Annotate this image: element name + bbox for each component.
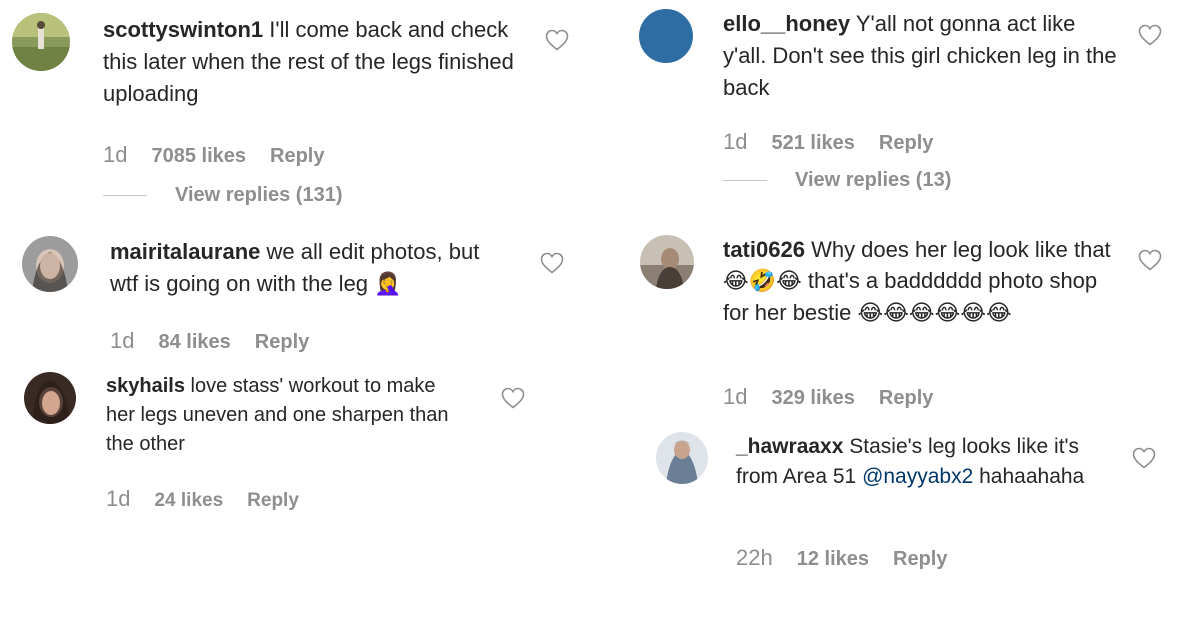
heart-outline-icon[interactable] <box>1138 249 1162 271</box>
laughing-emoji: 😂😂😂😂😂😂 <box>857 301 1012 326</box>
divider <box>103 195 147 197</box>
reply-button[interactable]: Reply <box>247 490 299 511</box>
mention-link[interactable]: @nayyabx2 <box>862 465 973 488</box>
comment-meta: 1d 329 likes Reply <box>723 384 957 410</box>
comment-text: mairitalaurane we all edit photos, but w… <box>110 236 510 301</box>
heart-outline-icon[interactable] <box>540 252 564 274</box>
likes-count[interactable]: 329 likes <box>771 387 854 409</box>
timestamp[interactable]: 1d <box>723 129 747 154</box>
comment-meta: 1d 84 likes Reply <box>110 328 333 354</box>
avatar[interactable] <box>22 236 78 292</box>
avatar[interactable] <box>24 372 76 424</box>
reply-button[interactable]: Reply <box>879 132 933 154</box>
likes-count[interactable]: 24 likes <box>154 490 223 511</box>
heart-outline-icon[interactable] <box>1132 447 1156 469</box>
comment-body-end: hahaahaha <box>973 465 1085 488</box>
comment-text: ello__honey Y'all not gonna act like y'a… <box>723 8 1123 104</box>
comment-body: Why does her leg look like that <box>804 237 1111 262</box>
reply-button[interactable]: Reply <box>270 145 324 167</box>
likes-count[interactable]: 7085 likes <box>151 145 246 167</box>
comment-text: skyhails love stass' workout to make her… <box>106 372 456 459</box>
likes-count[interactable]: 12 likes <box>797 548 869 570</box>
likes-count[interactable]: 84 likes <box>158 331 230 353</box>
view-replies-label: View replies (13) <box>795 169 952 191</box>
comment-text: scottyswinton1 I'll come back and check … <box>103 14 523 110</box>
timestamp[interactable]: 1d <box>106 486 130 511</box>
reply-button[interactable]: Reply <box>879 387 933 409</box>
timestamp[interactable]: 1d <box>723 384 747 409</box>
username-link[interactable]: scottyswinton1 <box>103 17 263 42</box>
comment-text: tati0626 Why does her leg look like that… <box>723 234 1113 329</box>
username-link[interactable]: ello__honey <box>723 11 850 36</box>
comment-text: _hawraaxx Stasie's leg looks like it's f… <box>736 432 1106 492</box>
comment-meta: 1d 521 likes Reply <box>723 129 957 155</box>
timestamp[interactable]: 1d <box>110 328 134 353</box>
heart-outline-icon[interactable] <box>1138 24 1162 46</box>
avatar[interactable] <box>640 235 694 289</box>
reply-button[interactable]: Reply <box>893 548 947 570</box>
avatar[interactable] <box>656 432 708 484</box>
comment-meta: 1d 24 likes Reply <box>106 486 323 512</box>
avatar[interactable] <box>12 13 70 71</box>
likes-count[interactable]: 521 likes <box>771 132 854 154</box>
username-link[interactable]: _hawraaxx <box>736 435 843 458</box>
heart-outline-icon[interactable] <box>501 387 525 409</box>
reply-button[interactable]: Reply <box>255 331 309 353</box>
avatar[interactable] <box>639 9 693 63</box>
laughing-emoji: 😂🤣😂 <box>723 269 802 294</box>
facepalm-emoji: 🤦‍♀️ <box>374 272 402 297</box>
username-link[interactable]: mairitalaurane <box>110 239 260 264</box>
view-replies-button[interactable]: View replies (13) <box>723 169 951 192</box>
divider <box>723 180 767 182</box>
timestamp[interactable]: 1d <box>103 142 127 167</box>
view-replies-button[interactable]: View replies (131) <box>103 184 343 207</box>
username-link[interactable]: tati0626 <box>723 237 805 262</box>
username-link[interactable]: skyhails <box>106 375 185 397</box>
view-replies-label: View replies (131) <box>175 184 343 206</box>
timestamp[interactable]: 22h <box>736 545 773 570</box>
comment-meta: 22h 12 likes Reply <box>736 545 971 571</box>
heart-outline-icon[interactable] <box>545 29 569 51</box>
comment-meta: 1d 7085 likes Reply <box>103 142 348 168</box>
